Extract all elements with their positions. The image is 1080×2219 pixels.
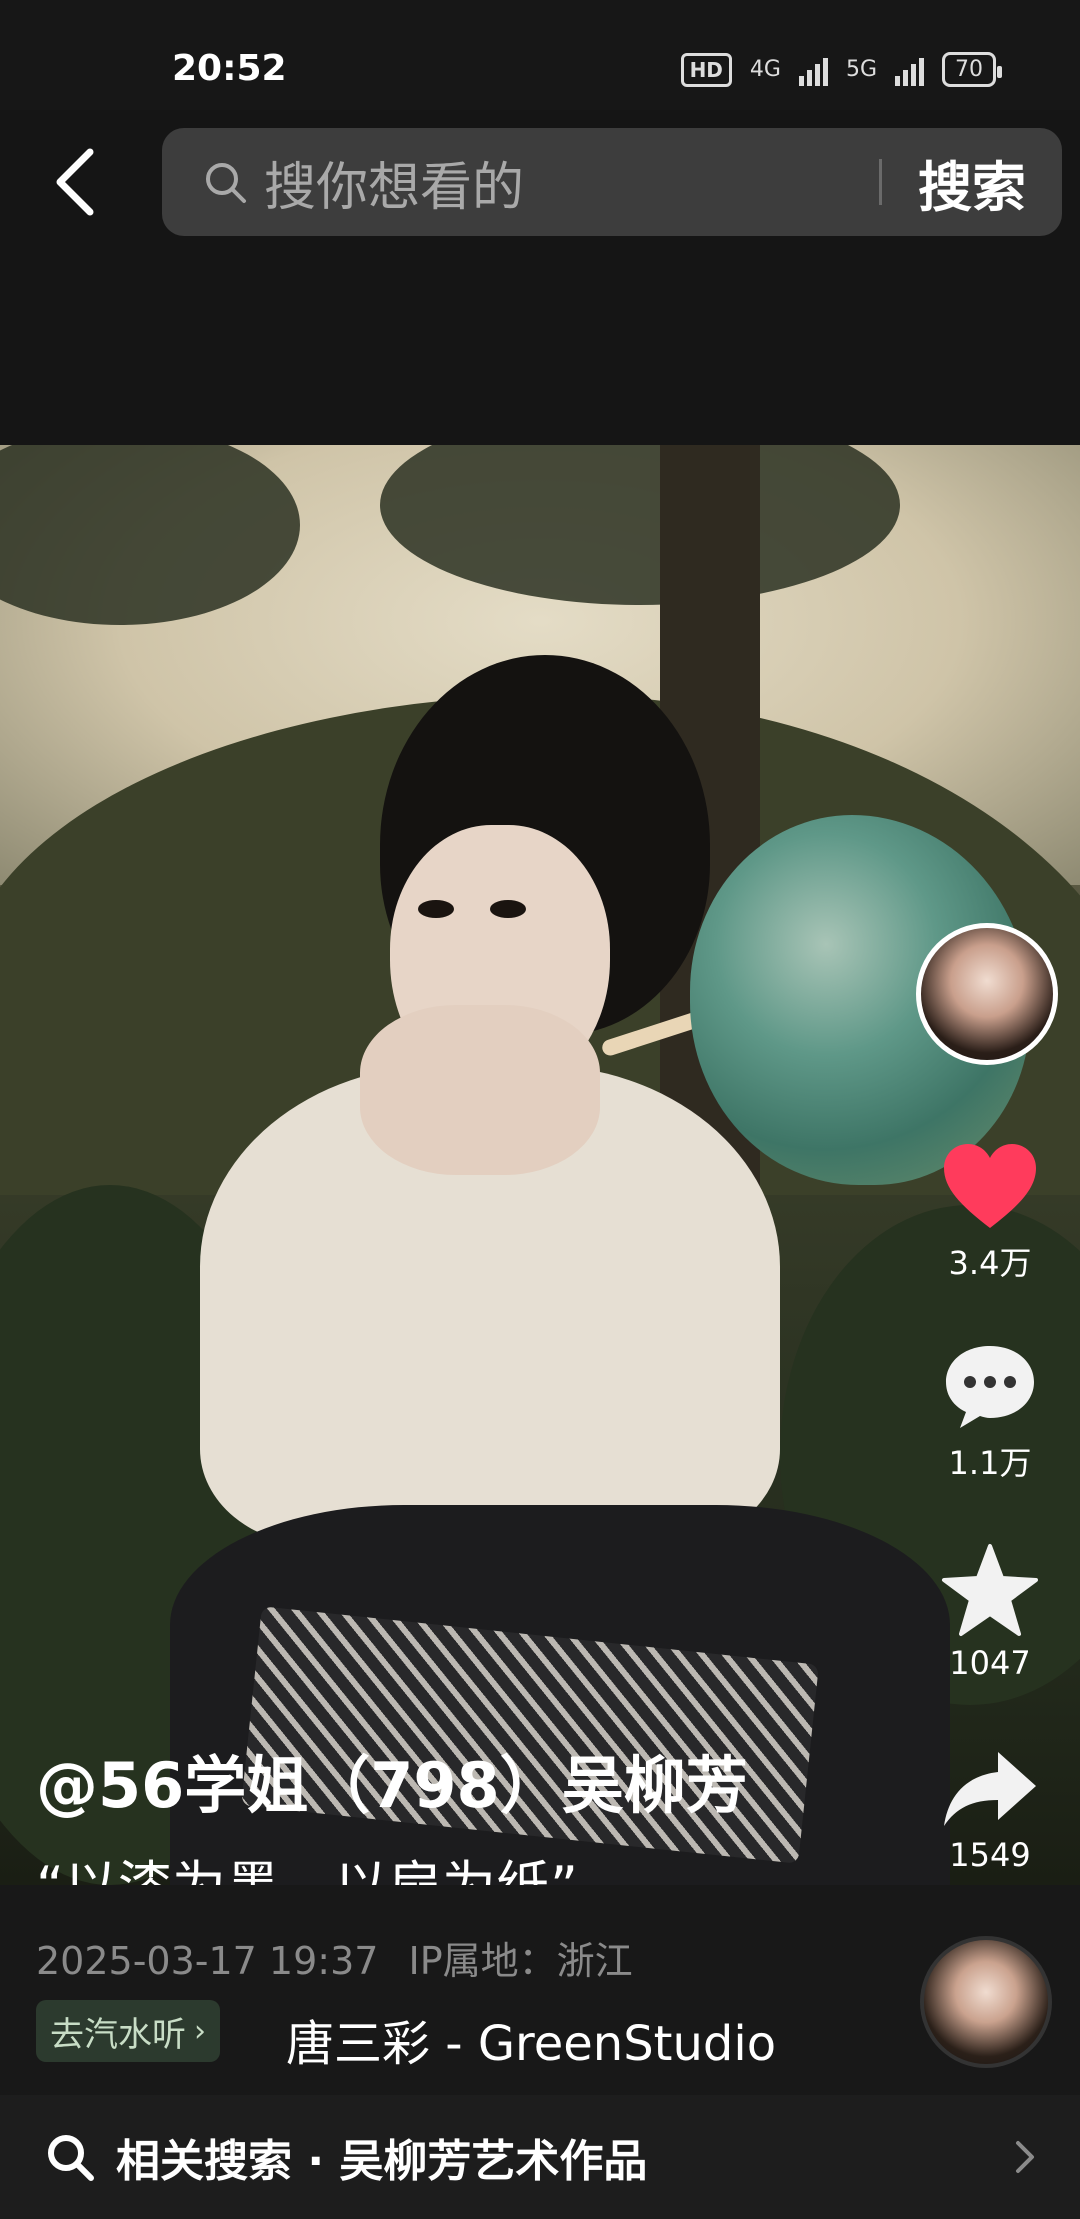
network-label-5g: 5G xyxy=(845,57,877,82)
chevron-right-icon: › xyxy=(194,2013,206,2049)
like-count: 3.4万 xyxy=(948,1244,1032,1282)
status-time: 20:52 xyxy=(172,48,287,89)
heart-shape xyxy=(944,1144,1036,1228)
comment-count: 1.1万 xyxy=(948,1444,1032,1482)
author-avatar[interactable] xyxy=(916,923,1058,1065)
share-icon xyxy=(944,1752,1036,1826)
network-label-4g: 4G xyxy=(749,57,781,82)
search-divider xyxy=(879,159,882,205)
related-search-label: 相关搜索 · 吴柳芳艺术作品 xyxy=(116,2136,648,2187)
share-button[interactable]: 1549 xyxy=(916,1746,1064,1874)
signal-icon xyxy=(798,54,828,86)
favorite-count: 1047 xyxy=(949,1644,1031,1682)
author-name[interactable]: @56学姐（798）吴柳芳 xyxy=(36,1735,748,1825)
music-disc-avatar[interactable] xyxy=(920,1936,1052,2068)
post-date: 2025-03-17 19:37 xyxy=(36,1939,379,1983)
like-button[interactable]: 3.4万 xyxy=(916,1140,1064,1284)
search-bar[interactable]: 搜你想看的 搜索 xyxy=(162,128,1062,236)
status-bar: 20:52 HD 4G 5G 70 xyxy=(0,0,1080,110)
search-input[interactable]: 搜你想看的 xyxy=(264,145,879,220)
chevron-right-icon xyxy=(1016,2141,1034,2173)
chevron-left-icon[interactable] xyxy=(46,142,106,222)
heart-icon xyxy=(944,1144,1036,1228)
related-search-bar[interactable]: 相关搜索 · 吴柳芳艺术作品 xyxy=(0,2095,1080,2219)
search-icon xyxy=(206,163,246,203)
comment-button[interactable]: 1.1万 xyxy=(916,1340,1064,1484)
signal-icon-2 xyxy=(895,54,924,86)
music-title[interactable]: 唐三彩 - GreenStudio xyxy=(286,2004,776,2074)
favorite-button[interactable]: 1047 xyxy=(916,1542,1064,1682)
search-icon xyxy=(48,2135,94,2181)
video-figure-eye-right xyxy=(490,900,526,918)
comment-icon xyxy=(946,1346,1034,1428)
music-app-tag-label: 去汽水听 xyxy=(50,2014,186,2055)
share-count: 1549 xyxy=(949,1836,1031,1874)
status-icons: HD 4G 5G 70 xyxy=(680,52,1002,87)
search-button[interactable]: 搜索 xyxy=(918,143,1026,222)
video-figure-eye-left xyxy=(418,900,454,918)
music-app-tag[interactable]: 去汽水听 › xyxy=(36,2000,220,2062)
hd-badge: HD xyxy=(680,52,732,87)
battery-icon: 70 xyxy=(942,52,1002,87)
star-icon xyxy=(942,1544,1038,1636)
post-ip-location: IP属地：浙江 xyxy=(408,1939,633,1983)
video-figure-hands xyxy=(360,1005,600,1175)
post-meta: 2025-03-17 19:37 IP属地：浙江 xyxy=(36,1930,633,1985)
